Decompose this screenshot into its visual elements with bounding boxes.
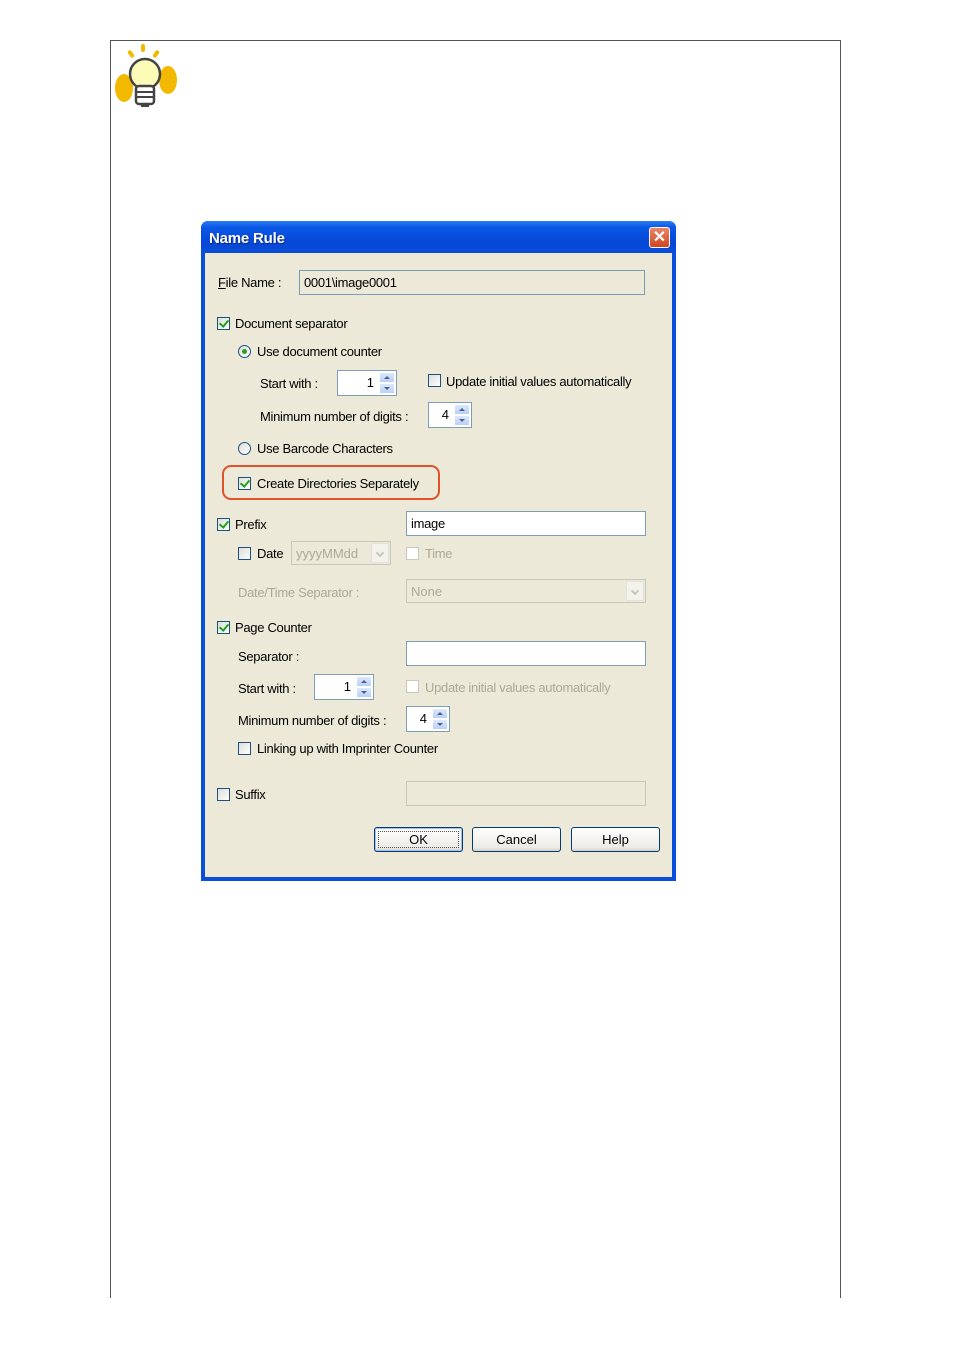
use-document-counter-label: Use document counter bbox=[257, 344, 382, 359]
close-icon: ✕ bbox=[652, 229, 667, 246]
page-counter-label: Page Counter bbox=[235, 620, 312, 635]
time-label: Time bbox=[425, 546, 453, 561]
suffix-checkbox[interactable] bbox=[217, 788, 230, 801]
doc-start-with-value: 1 bbox=[366, 375, 374, 390]
linking-imprinter-label: Linking up with Imprinter Counter bbox=[257, 741, 438, 756]
cancel-button[interactable]: Cancel bbox=[472, 827, 561, 852]
spin-down-button[interactable] bbox=[379, 383, 395, 394]
suffix-input[interactable] bbox=[406, 781, 646, 806]
file-name-field: 0001\image0001 bbox=[299, 270, 645, 295]
date-format-value: yyyyMMdd bbox=[296, 546, 359, 561]
ok-button[interactable]: OK bbox=[374, 827, 463, 852]
create-directories-checkbox[interactable] bbox=[238, 477, 251, 490]
document-separator-checkbox[interactable] bbox=[217, 317, 230, 330]
document-separator-label: Document separator bbox=[235, 316, 348, 331]
page-update-initial-checkbox[interactable] bbox=[406, 680, 419, 693]
linking-imprinter-checkbox[interactable] bbox=[238, 742, 251, 755]
dialog-titlebar[interactable]: Name Rule ✕ bbox=[201, 221, 676, 253]
use-barcode-label: Use Barcode Characters bbox=[257, 441, 393, 456]
cancel-button-label: Cancel bbox=[496, 832, 537, 847]
prefix-label: Prefix bbox=[235, 517, 267, 532]
spin-down-button[interactable] bbox=[432, 719, 448, 730]
doc-min-digits-value: 4 bbox=[441, 407, 449, 422]
file-name-label: File Name : bbox=[218, 275, 282, 290]
doc-min-digits-label: Minimum number of digits : bbox=[260, 409, 409, 424]
doc-start-with-spinner[interactable]: 1 bbox=[337, 370, 397, 396]
spin-down-button[interactable] bbox=[356, 687, 372, 698]
page-start-with-label: Start with : bbox=[238, 681, 296, 696]
chevron-down-icon[interactable] bbox=[371, 543, 389, 563]
time-checkbox[interactable] bbox=[406, 547, 419, 560]
doc-min-digits-spinner[interactable]: 4 bbox=[428, 402, 472, 428]
spin-up-button[interactable] bbox=[379, 372, 395, 383]
prefix-input[interactable]: image bbox=[406, 511, 646, 536]
page-counter-checkbox[interactable] bbox=[217, 621, 230, 634]
date-time-separator-value: None bbox=[411, 584, 443, 599]
doc-update-initial-checkbox[interactable] bbox=[428, 374, 441, 387]
dialog-title: Name Rule bbox=[209, 230, 285, 247]
prefix-checkbox[interactable] bbox=[217, 518, 230, 531]
chevron-down-icon[interactable] bbox=[626, 581, 644, 601]
page-min-digits-value: 4 bbox=[419, 711, 427, 726]
suffix-label: Suffix bbox=[235, 787, 266, 802]
spin-down-button[interactable] bbox=[454, 415, 470, 426]
lightbulb-hint-icon bbox=[115, 44, 177, 107]
page-update-initial-label: Update initial values automatically bbox=[425, 680, 611, 695]
page-start-with-value: 1 bbox=[343, 679, 351, 694]
create-directories-label: Create Directories Separately bbox=[257, 476, 419, 491]
page-min-digits-spinner[interactable]: 4 bbox=[406, 706, 450, 732]
doc-start-with-label: Start with : bbox=[260, 376, 318, 391]
separator-input[interactable] bbox=[406, 641, 646, 666]
page-min-digits-label: Minimum number of digits : bbox=[238, 713, 387, 728]
dialog-body: File Name : 0001\image0001 Document sepa… bbox=[205, 253, 672, 877]
spin-up-button[interactable] bbox=[356, 676, 372, 687]
spin-up-button[interactable] bbox=[454, 404, 470, 415]
doc-update-initial-label: Update initial values automatically bbox=[446, 374, 632, 389]
separator-label: Separator : bbox=[238, 649, 300, 664]
help-button-label: Help bbox=[602, 832, 629, 847]
name-rule-dialog: Name Rule ✕ File Name : 0001\image0001 D… bbox=[201, 221, 676, 881]
spin-up-button[interactable] bbox=[432, 708, 448, 719]
date-time-separator-select[interactable]: None bbox=[406, 579, 646, 603]
use-barcode-radio[interactable] bbox=[238, 442, 251, 455]
date-format-select[interactable]: yyyyMMdd bbox=[291, 541, 391, 565]
close-button[interactable]: ✕ bbox=[649, 227, 670, 248]
help-button[interactable]: Help bbox=[571, 827, 660, 852]
page-start-with-spinner[interactable]: 1 bbox=[314, 674, 374, 700]
date-time-separator-label: Date/Time Separator : bbox=[238, 585, 360, 600]
date-checkbox[interactable] bbox=[238, 547, 251, 560]
date-label: Date bbox=[257, 546, 284, 561]
use-document-counter-radio[interactable] bbox=[238, 345, 251, 358]
